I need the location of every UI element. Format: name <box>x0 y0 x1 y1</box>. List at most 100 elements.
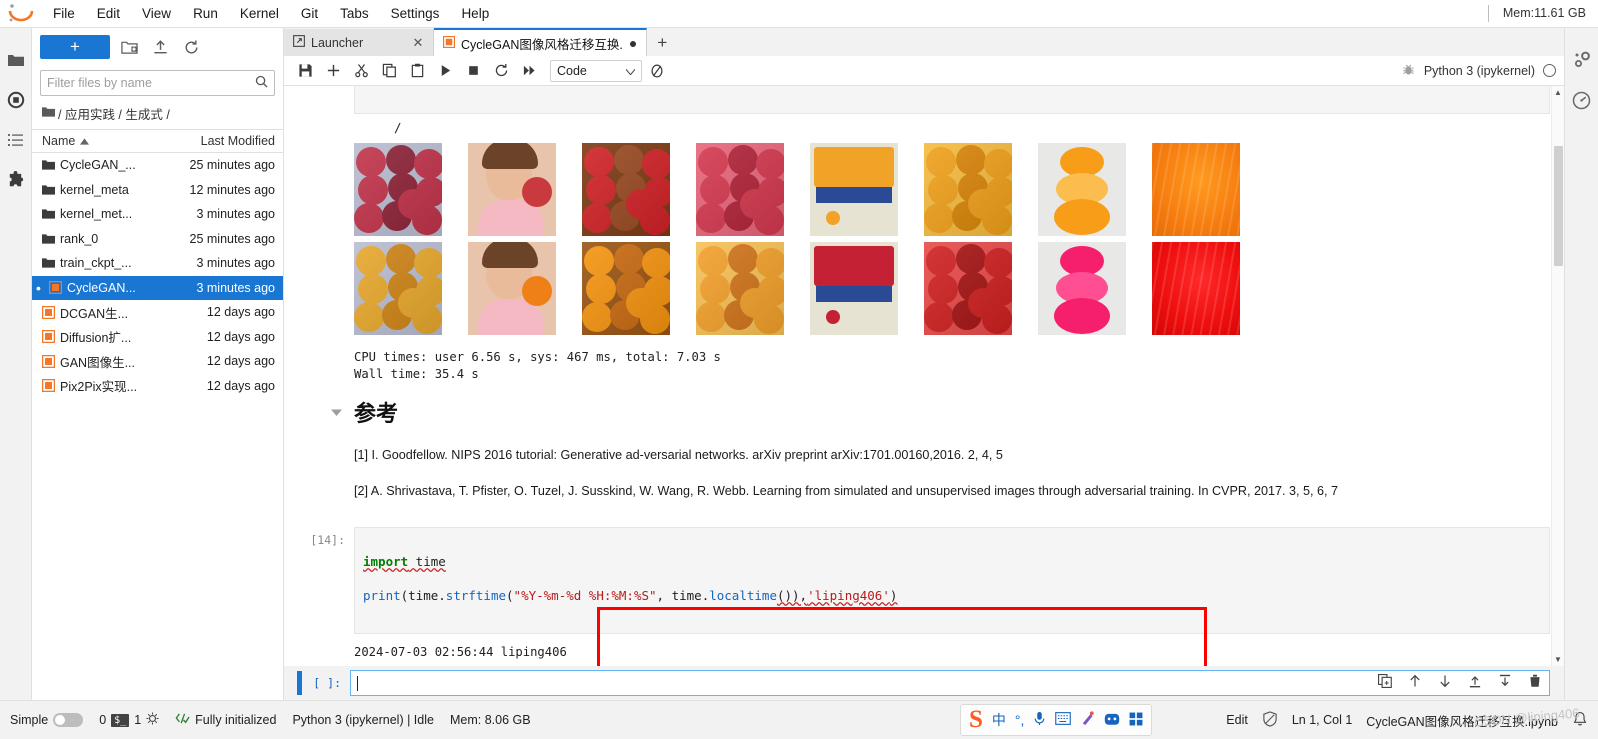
menu-kernel[interactable]: Kernel <box>229 1 290 27</box>
notification-bell-icon[interactable] <box>1572 711 1588 730</box>
toc-icon[interactable] <box>2 120 30 160</box>
file-row-label: CycleGAN... <box>67 280 136 295</box>
new-launcher-button[interactable]: + <box>40 35 110 59</box>
file-row-4[interactable]: train_ckpt_... 3 minutes ago <box>32 251 283 276</box>
image-thumb-1-5 <box>924 242 1012 335</box>
editor-mode-label[interactable]: Edit <box>1226 713 1248 727</box>
sogou-logo-icon[interactable]: S <box>969 707 983 732</box>
interrupt-loop-icon[interactable] <box>644 58 670 84</box>
restart-kernel-icon[interactable] <box>488 58 514 84</box>
extension-icon[interactable] <box>2 160 30 200</box>
file-row-3[interactable]: rank_0 25 minutes ago <box>32 227 283 252</box>
stop-icon[interactable] <box>460 58 486 84</box>
running-terminals-icon[interactable] <box>2 80 30 120</box>
empty-cell-input[interactable] <box>350 670 1550 696</box>
cut-icon[interactable] <box>348 58 374 84</box>
notebook-cell-time[interactable]: [14]: import time print(time.strftime("%… <box>284 527 1564 663</box>
file-row-name-cell: GAN图像生... <box>32 352 175 371</box>
new-folder-icon[interactable] <box>117 35 141 59</box>
new-tab-button[interactable]: + <box>647 29 677 56</box>
image-thumb-0-2 <box>582 143 670 236</box>
scroll-up-icon[interactable]: ▲ <box>1552 86 1564 99</box>
paste-icon[interactable] <box>404 58 430 84</box>
folder-icon[interactable] <box>2 40 30 80</box>
file-row-2[interactable]: kernel_met... 3 minutes ago <box>32 202 283 227</box>
code-editor-top[interactable]: eval_data('./CycleGAN_apple2orange/predi… <box>354 86 1550 114</box>
file-row-9[interactable]: Pix2Pix实现... 12 days ago <box>32 374 283 399</box>
cell-type-select[interactable]: Code <box>550 59 642 82</box>
notebook-cell-markdown-references[interactable]: 参考 [1] I. Goodfellow. NIPS 2016 tutorial… <box>284 385 1564 501</box>
refresh-icon[interactable] <box>179 35 203 59</box>
file-row-8[interactable]: GAN图像生... 12 days ago <box>32 349 283 374</box>
ime-punctuation-icon[interactable]: °, <box>1015 713 1025 727</box>
launcher-icon <box>293 35 305 50</box>
ime-chinese-mode-icon[interactable]: 中 <box>992 713 1006 727</box>
copy-icon[interactable] <box>376 58 402 84</box>
file-row-7[interactable]: Diffusion扩... 12 days ago <box>32 325 283 350</box>
file-row-1[interactable]: kernel_meta 12 minutes ago <box>32 178 283 203</box>
emoji-icon[interactable] <box>1104 712 1120 729</box>
keyboard-icon[interactable] <box>1055 712 1072 728</box>
restart-run-all-icon[interactable] <box>516 58 542 84</box>
menu-view[interactable]: View <box>131 1 182 27</box>
close-icon[interactable]: ✕ <box>412 35 424 51</box>
debugger-icon[interactable] <box>1568 80 1596 120</box>
tab-launcher[interactable]: Launcher ✕ <box>284 29 434 56</box>
file-filter-box[interactable] <box>40 70 275 96</box>
move-cell-up-icon[interactable] <box>1408 674 1422 691</box>
insert-cell-above-icon[interactable] <box>1468 674 1482 691</box>
menu-settings[interactable]: Settings <box>380 1 451 27</box>
git-status-group[interactable]: Fully initialized <box>175 712 276 728</box>
notebook-toolbar: Code Python 3 (ipykernel) <box>284 56 1564 86</box>
column-header-name[interactable]: Name <box>32 134 175 148</box>
kernel-name-label[interactable]: Python 3 (ipykernel) <box>1424 64 1535 78</box>
collapse-heading-icon[interactable] <box>292 399 354 501</box>
notebook-scrollbar[interactable]: ▲ ▼ <box>1551 86 1564 666</box>
debugger-bug-icon[interactable] <box>1401 62 1416 80</box>
cyclegan-image-grid <box>354 135 1550 345</box>
file-row-0[interactable]: CycleGAN_... 25 minutes ago <box>32 153 283 178</box>
kernel-status-indicator[interactable] <box>1543 64 1556 77</box>
simple-mode-toggle-group[interactable]: Simple <box>10 713 84 727</box>
breadcrumb[interactable]: / 应用实践 / 生成式 / <box>32 102 283 129</box>
file-row-5[interactable]: • CycleGAN... 3 minutes ago <box>32 275 283 300</box>
simple-mode-toggle[interactable] <box>53 713 84 727</box>
file-row-modified: 3 minutes ago <box>196 256 275 271</box>
notebook-cell-empty-active[interactable]: [ ]: <box>284 666 1564 700</box>
menu-git[interactable]: Git <box>290 1 329 27</box>
mic-icon[interactable] <box>1033 711 1046 729</box>
upload-icon[interactable] <box>148 35 172 59</box>
code-import-module: time <box>408 554 446 569</box>
notebook-cell-top-code[interactable]: eval_data('./CycleGAN_apple2orange/predi… <box>284 86 1564 114</box>
paint-icon[interactable] <box>1080 711 1095 729</box>
menu-edit[interactable]: Edit <box>86 1 131 27</box>
scrollbar-thumb[interactable] <box>1554 146 1563 266</box>
run-icon[interactable] <box>432 58 458 84</box>
kernel-status-group[interactable]: Python 3 (ipykernel) | Idle <box>292 713 434 727</box>
save-icon[interactable] <box>292 58 318 84</box>
scroll-down-icon[interactable]: ▼ <box>1552 653 1564 666</box>
filter-files-input[interactable] <box>47 76 255 90</box>
file-list-header: Name Last Modified <box>32 129 283 153</box>
menu-file[interactable]: File <box>42 1 86 27</box>
no-trust-icon[interactable] <box>1262 710 1278 730</box>
code-editor-time[interactable]: import time print(time.strftime("%Y-%m-%… <box>354 527 1550 634</box>
apps-icon[interactable] <box>1129 712 1143 729</box>
duplicate-cell-icon[interactable] <box>1378 674 1392 691</box>
terminals-count-group[interactable]: 0 $_ 1 <box>99 712 159 728</box>
tab-notebook-cyclegan[interactable]: CycleGAN图像风格迁移互换. ● <box>434 28 648 56</box>
menu-tabs[interactable]: Tabs <box>329 1 380 27</box>
unsaved-indicator-icon[interactable]: ● <box>629 35 637 51</box>
cursor-position-label[interactable]: Ln 1, Col 1 <box>1292 713 1352 727</box>
property-inspector-icon[interactable] <box>1568 40 1596 80</box>
insert-cell-icon[interactable] <box>320 58 346 84</box>
insert-cell-below-icon[interactable] <box>1498 674 1512 691</box>
move-cell-down-icon[interactable] <box>1438 674 1452 691</box>
file-row-label: DCGAN生... <box>60 306 129 321</box>
file-row-6[interactable]: DCGAN生... 12 days ago <box>32 300 283 325</box>
delete-cell-icon[interactable] <box>1528 674 1542 691</box>
menu-run[interactable]: Run <box>182 1 229 27</box>
column-header-modified[interactable]: Last Modified <box>175 134 283 148</box>
menu-help[interactable]: Help <box>450 1 500 27</box>
search-icon <box>255 75 268 91</box>
